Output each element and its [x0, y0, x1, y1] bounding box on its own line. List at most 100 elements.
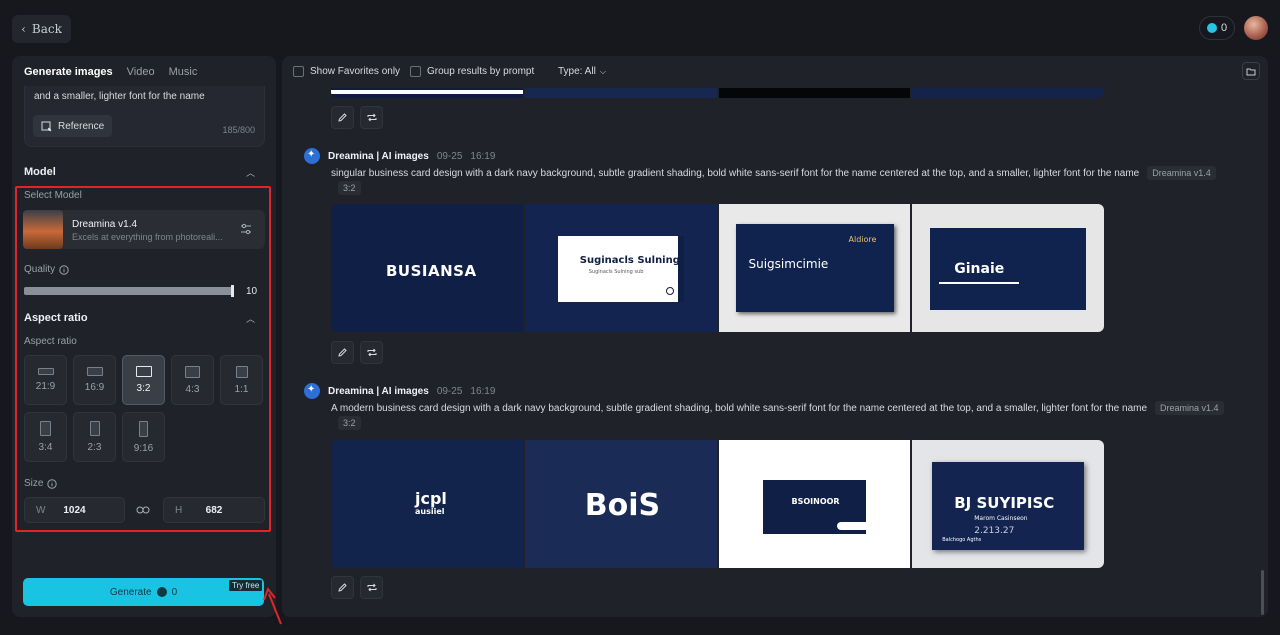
ratio-4-3[interactable]: 4:3: [171, 355, 214, 405]
height-value: 682: [205, 505, 223, 516]
back-label: Back: [31, 22, 62, 36]
tab-video[interactable]: Video: [127, 66, 155, 78]
result-time: 16:19: [470, 385, 496, 397]
regenerate-button[interactable]: [360, 341, 383, 364]
size-label: Size: [24, 478, 44, 489]
pencil-icon: [338, 113, 347, 122]
tab-generate-images[interactable]: Generate images: [24, 66, 113, 78]
ratio-16-9[interactable]: 16:9: [73, 355, 116, 405]
result-images: BUSIANSA Suginacls Sulning Suginacls Sul…: [331, 204, 1104, 332]
result-prompt-row: A modern business card design with a dar…: [331, 401, 1224, 415]
prompt-textarea[interactable]: and a smaller, lighter font for the name…: [24, 86, 265, 147]
result-image[interactable]: Ginaie: [912, 204, 1104, 332]
user-avatar[interactable]: [1244, 16, 1268, 40]
ratio-shape-icon: [86, 367, 103, 376]
reference-button[interactable]: Reference: [33, 115, 113, 137]
show-favorites-checkbox[interactable]: Show Favorites only: [293, 66, 400, 77]
model-name: Dreamina v1.4: [72, 219, 138, 230]
reference-label: Reference: [58, 120, 105, 132]
chevron-up-icon[interactable]: ︿: [246, 166, 255, 179]
ratio-21-9[interactable]: 21:9: [24, 355, 67, 405]
previous-results-strip: [331, 88, 1104, 98]
results-scrollbar[interactable]: [1261, 570, 1264, 615]
result-date: 09-25: [436, 385, 463, 397]
settings-sliders-icon[interactable]: [239, 222, 253, 236]
prompt-text: and a smaller, lighter font for the name: [34, 91, 205, 102]
dreamina-logo-icon: [304, 148, 320, 164]
info-icon[interactable]: [47, 478, 58, 489]
card-logo-icon: [665, 287, 674, 295]
aspect-ratio-label: Aspect ratio: [24, 336, 77, 347]
result-header: Dreamina | AI images 09-25 16:19: [304, 148, 495, 164]
model-selector[interactable]: Dreamina v1.4 Excels at everything from …: [23, 210, 265, 249]
image-text: Suginacls Sulning sub: [588, 269, 644, 275]
info-icon[interactable]: [59, 264, 69, 275]
dreamina-logo-icon: [304, 383, 320, 399]
type-filter-label: Type: All: [558, 66, 596, 77]
result-image[interactable]: BJ SUYIPISC Marom Casinseon 2.213.27 Bal…: [912, 440, 1104, 568]
quality-slider-handle[interactable]: [231, 285, 234, 297]
chevron-up-icon[interactable]: ︿: [246, 312, 255, 325]
regenerate-button[interactable]: [360, 106, 383, 129]
image-text: BSOINOOR: [791, 497, 840, 506]
image-text: Suigsimcimie: [748, 257, 829, 271]
result-image[interactable]: jcpl ausiiel: [331, 440, 523, 568]
type-filter-dropdown[interactable]: Type: All ⌵: [558, 66, 606, 77]
ratio-label: 3:2: [136, 383, 151, 394]
result-image[interactable]: Suigsimcimie Aldiore: [718, 204, 911, 332]
results-panel: Show Favorites only Group results by pro…: [282, 56, 1268, 617]
ratio-shape-icon: [235, 365, 248, 378]
generate-cost: 0: [171, 586, 178, 598]
quality-label-row: Quality: [24, 264, 69, 275]
ratio-3-4[interactable]: 3:4: [24, 412, 67, 462]
size-label-row: Size: [24, 478, 58, 489]
ratio-chip: 3:2: [338, 416, 361, 430]
edit-button[interactable]: [331, 341, 354, 364]
credits-badge[interactable]: 0: [1199, 16, 1235, 40]
pencil-icon: [338, 348, 347, 357]
result-image[interactable]: BoiS: [524, 440, 717, 568]
result-images: jcpl ausiiel BoiS BSOINOOR BJ SUYIPISC M…: [331, 440, 1104, 568]
image-text: Aldiore: [848, 235, 877, 244]
width-value: 1024: [63, 505, 86, 516]
result-image[interactable]: Suginacls Sulning Suginacls Sulning sub: [524, 204, 717, 332]
ratio-9-16[interactable]: 9:16: [122, 412, 165, 462]
credit-coin-icon: [156, 587, 167, 597]
result-source: Dreamina | AI images: [328, 150, 429, 162]
edit-button[interactable]: [331, 106, 354, 129]
result-time: 16:19: [470, 150, 496, 162]
ratio-1-1[interactable]: 1:1: [220, 355, 263, 405]
height-field[interactable]: H 682: [163, 497, 265, 523]
show-favorites-label: Show Favorites only: [310, 66, 401, 77]
credits-count: 0: [1220, 22, 1228, 34]
back-button[interactable]: ‹ Back: [12, 15, 71, 43]
image-text: Ginaie: [954, 261, 1005, 277]
result-prompt: A modern business card design with a dar…: [331, 402, 1148, 414]
image-text: ausiiel: [415, 507, 445, 516]
regenerate-button[interactable]: [360, 576, 383, 599]
result-image[interactable]: BSOINOOR: [718, 440, 911, 568]
ratio-shape-icon: [185, 365, 200, 378]
ratio-shape-icon: [37, 368, 54, 375]
quality-slider[interactable]: [24, 285, 234, 297]
card-accent: [836, 522, 867, 530]
width-field[interactable]: W 1024: [24, 497, 125, 523]
link-icon[interactable]: [136, 504, 150, 516]
image-text: 2.213.27: [974, 526, 1015, 536]
folder-button[interactable]: [1242, 62, 1260, 80]
card-divider: [939, 282, 1020, 284]
ratio-label: 3:4: [38, 442, 53, 453]
top-bar: ‹ Back 0: [0, 0, 1280, 56]
group-by-prompt-checkbox[interactable]: Group results by prompt: [410, 66, 534, 77]
edit-button[interactable]: [331, 576, 354, 599]
image-text: Marom Casinseon: [974, 515, 1028, 522]
try-free-badge: Try free: [228, 579, 264, 592]
select-model-label: Select Model: [24, 190, 82, 201]
tab-music[interactable]: Music: [169, 66, 198, 78]
result-header: Dreamina | AI images 09-25 16:19: [304, 383, 495, 399]
ratio-2-3[interactable]: 2:3: [73, 412, 116, 462]
result-image[interactable]: BUSIANSA: [331, 204, 523, 332]
aspect-section-title: Aspect ratio: [24, 312, 88, 324]
model-description: Excels at everything from photoreali...: [72, 232, 223, 242]
ratio-3-2[interactable]: 3:2: [122, 355, 165, 405]
